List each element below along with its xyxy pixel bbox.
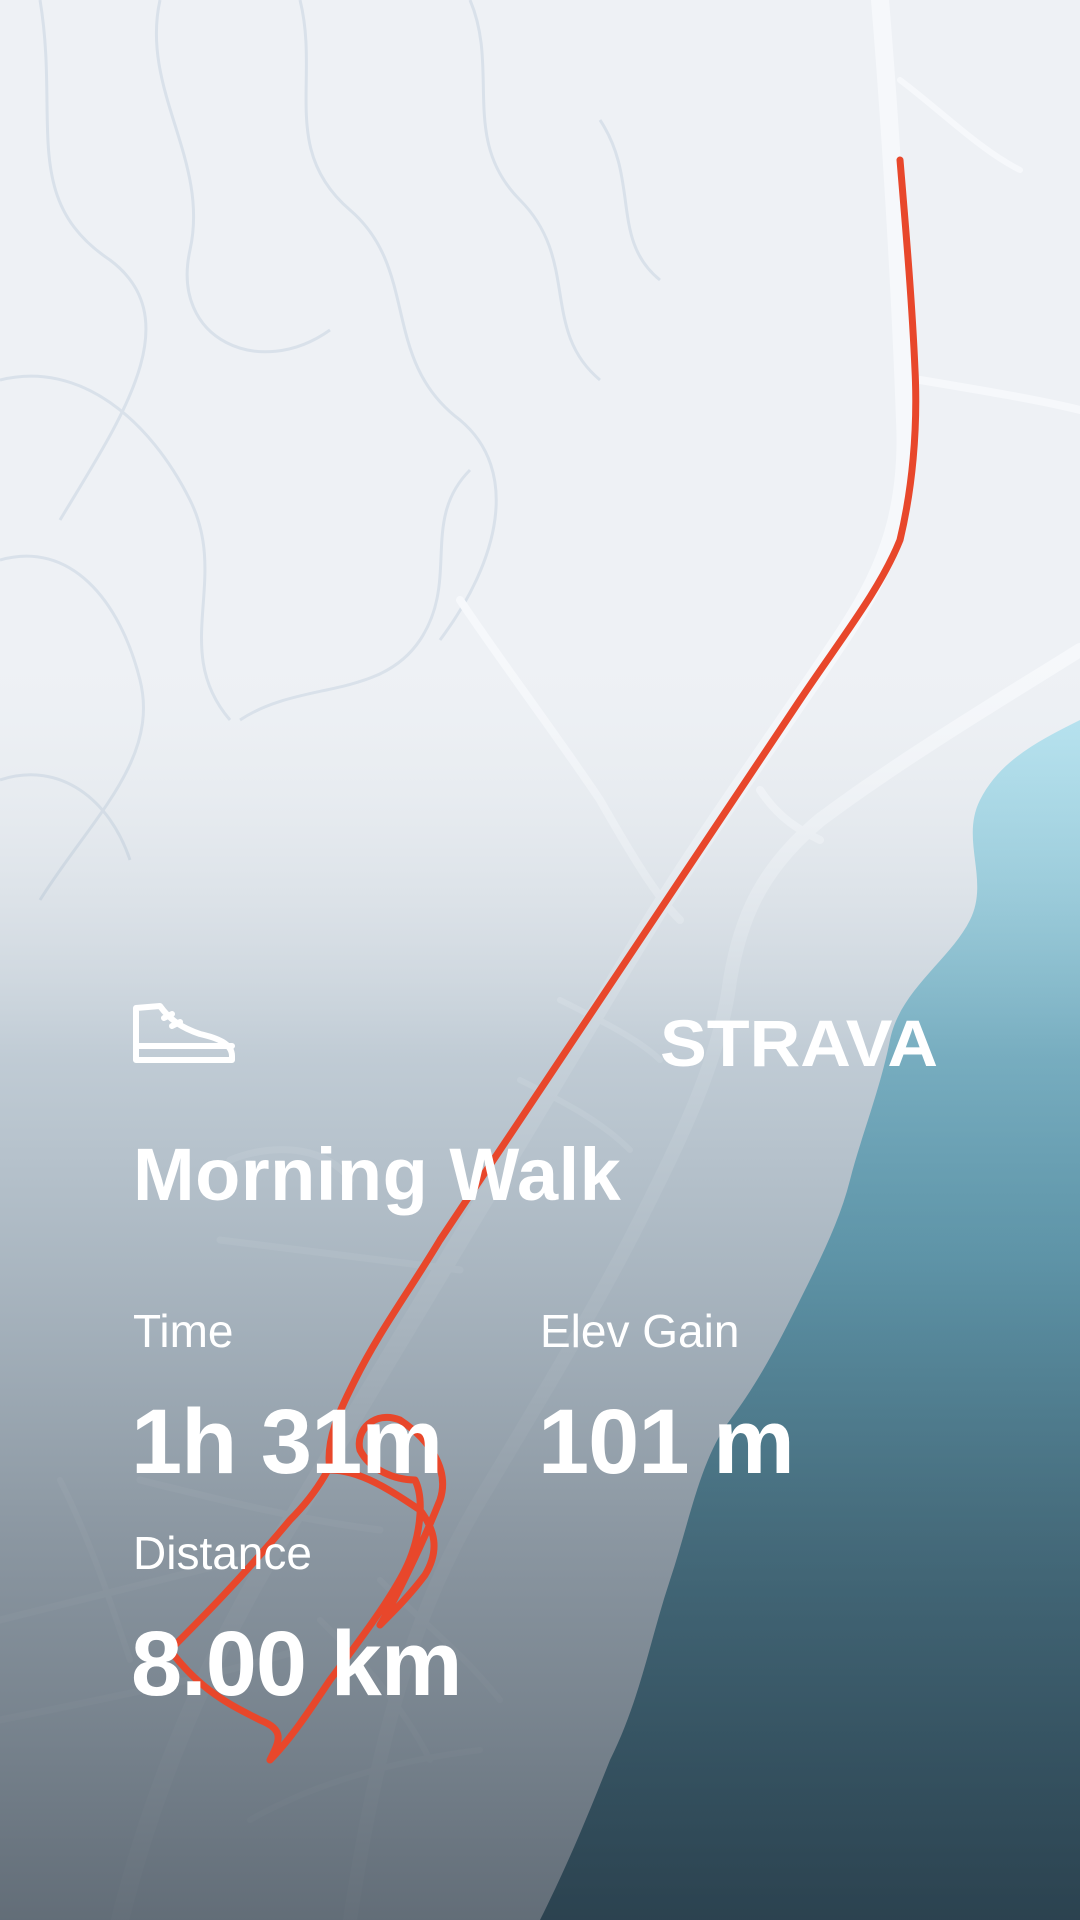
time-value: 1h 31m xyxy=(131,1391,443,1493)
elev-gain-label: Elev Gain xyxy=(540,1305,740,1357)
activity-title: Morning Walk xyxy=(133,1133,622,1216)
shoe-icon xyxy=(133,1003,235,1063)
time-label: Time xyxy=(133,1305,234,1357)
strava-logo-text: STRAVA xyxy=(660,1010,938,1072)
distance-label: Distance xyxy=(133,1527,312,1579)
elev-gain-value: 101 m xyxy=(538,1391,795,1493)
strava-logo: STRAVA xyxy=(660,1010,938,1072)
distance-value: 8.00 km xyxy=(131,1613,463,1715)
